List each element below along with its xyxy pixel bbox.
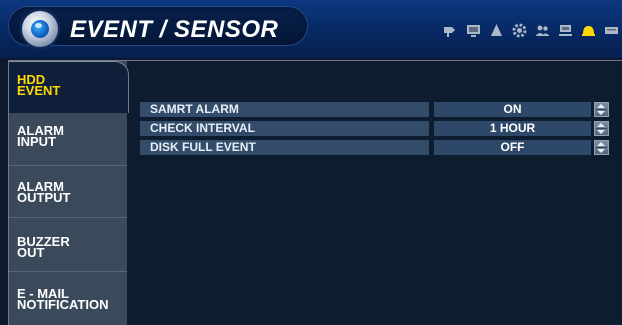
- setting-label: CHECK INTERVAL: [140, 121, 429, 136]
- tab-label-line2: EVENT: [17, 83, 61, 98]
- users-icon[interactable]: [534, 22, 551, 39]
- tab-divider: [9, 271, 127, 272]
- tab-buzzer-out[interactable]: BUZZER OUT: [9, 235, 127, 276]
- tab-label-line2: OUTPUT: [17, 190, 71, 205]
- logo-icon: [22, 11, 58, 47]
- tab-label-line2: INPUT: [17, 134, 56, 149]
- spinner-arrows-icon[interactable]: [594, 121, 609, 136]
- monitor-icon[interactable]: [465, 22, 482, 39]
- spinner-arrows-icon[interactable]: [594, 102, 609, 117]
- tab-email-notification[interactable]: E - MAIL NOTIFICATION: [9, 287, 127, 325]
- tab-label-line2: NOTIFICATION: [17, 297, 109, 312]
- alarm-icon[interactable]: [488, 22, 505, 39]
- tab-divider: [9, 217, 127, 218]
- event-bell-icon[interactable]: [580, 22, 597, 39]
- sidebar: HDD EVENT ALARM INPUT ALARM OUTPUT BUZZE…: [9, 61, 129, 325]
- menu-icon-bar: [442, 20, 620, 40]
- network-icon[interactable]: [557, 22, 574, 39]
- tab-alarm-output[interactable]: ALARM OUTPUT: [9, 180, 127, 221]
- tab-alarm-input[interactable]: ALARM INPUT: [9, 124, 127, 165]
- setting-value[interactable]: OFF: [434, 140, 591, 155]
- content-panel: HDD EVENT ALARM INPUT ALARM OUTPUT BUZZE…: [8, 60, 622, 325]
- tab-hdd-event[interactable]: HDD EVENT: [9, 61, 129, 113]
- header-bar: EVENT / SENSOR: [0, 0, 622, 58]
- gear-icon[interactable]: [511, 22, 528, 39]
- page-title: EVENT / SENSOR: [70, 16, 279, 43]
- device-icon[interactable]: [603, 22, 620, 39]
- title-pill: EVENT / SENSOR: [8, 6, 308, 47]
- spinner-arrows-icon[interactable]: [594, 140, 609, 155]
- setting-label: DISK FULL EVENT: [140, 140, 429, 155]
- tab-label-line2: OUT: [17, 245, 45, 260]
- setting-label: SAMRT ALARM: [140, 102, 429, 117]
- setting-value[interactable]: ON: [434, 102, 591, 117]
- setting-value[interactable]: 1 HOUR: [434, 121, 591, 136]
- camera-icon[interactable]: [442, 22, 459, 39]
- tab-divider: [9, 165, 127, 166]
